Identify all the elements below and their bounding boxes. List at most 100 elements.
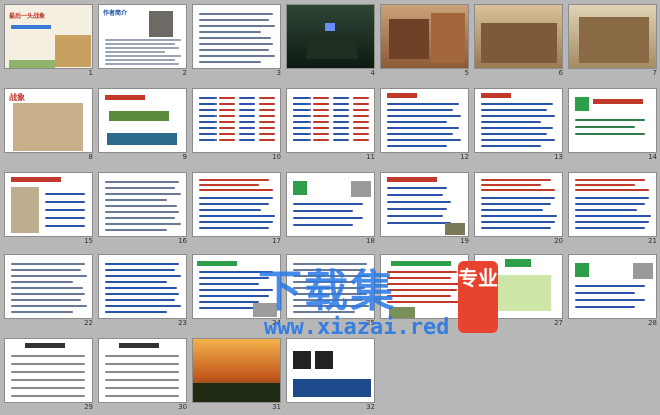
slide-preview[interactable] (286, 254, 375, 319)
text-line (105, 211, 179, 213)
slide-preview[interactable]: 最后一头战象 (4, 4, 93, 69)
list-cell (239, 115, 255, 117)
slide-thumbnail[interactable]: 27 (472, 252, 566, 331)
slide-thumbnail[interactable]: 19 (378, 170, 472, 249)
slide-preview[interactable] (380, 4, 469, 69)
list-cell (313, 97, 329, 99)
text-line (575, 179, 645, 181)
qr-code (315, 351, 333, 369)
text-line (11, 363, 85, 365)
text-line (481, 221, 555, 223)
slide-thumbnail[interactable]: 7 (566, 2, 660, 81)
slide-preview[interactable] (192, 172, 281, 237)
text-line (199, 61, 261, 63)
slide-thumbnail[interactable]: 作者简介 2 (96, 2, 190, 81)
slide-preview[interactable] (474, 88, 563, 153)
slide-preview[interactable] (568, 4, 657, 69)
list-cell (219, 121, 235, 123)
slide-thumbnail[interactable]: 4 (284, 2, 378, 81)
slide-preview[interactable] (192, 254, 281, 319)
war-elephant (389, 19, 429, 59)
slide-preview[interactable]: 作者简介 (98, 4, 187, 69)
list-cell (293, 139, 309, 141)
slide-preview[interactable] (192, 4, 281, 69)
slide-thumbnail[interactable]: 29 (2, 336, 96, 415)
slide-number: 18 (366, 237, 375, 245)
slide-thumbnail[interactable]: 31 (190, 336, 284, 415)
slide-number: 10 (272, 153, 281, 161)
slide-number: 11 (366, 153, 375, 161)
text-line (387, 283, 461, 285)
text-line (45, 193, 85, 195)
slide-thumbnail[interactable]: 11 (284, 86, 378, 165)
slide-preview[interactable] (380, 254, 469, 319)
slide-preview[interactable] (474, 254, 563, 319)
slide-thumbnail[interactable]: 10 (190, 86, 284, 165)
slide-preview[interactable] (568, 88, 657, 153)
slide-preview[interactable] (474, 4, 563, 69)
slide-thumbnail[interactable]: 18 (284, 170, 378, 249)
slide-preview[interactable] (4, 254, 93, 319)
list-cell (293, 103, 309, 105)
text-line (11, 379, 85, 381)
slide-preview[interactable] (98, 254, 187, 319)
slide-preview[interactable] (286, 172, 375, 237)
text-line (105, 387, 179, 389)
slide-preview[interactable] (568, 172, 657, 237)
heading-bar (481, 93, 511, 98)
slide-preview[interactable]: 战象 (4, 88, 93, 153)
text-line (293, 287, 365, 289)
slide-thumbnail[interactable]: 21 (566, 170, 660, 249)
text-line (293, 224, 353, 226)
slide-preview[interactable] (4, 172, 93, 237)
slide-preview[interactable] (192, 338, 281, 403)
text-line (387, 139, 461, 141)
slide-preview[interactable] (98, 338, 187, 403)
slide-thumbnail[interactable]: 13 (472, 86, 566, 165)
slide-thumbnail[interactable]: 16 (96, 170, 190, 249)
text-line (387, 133, 453, 135)
slide-thumbnail[interactable]: 最后一头战象 1 (2, 2, 96, 81)
list-cell (313, 127, 329, 129)
slide-thumbnail[interactable]: 14 (566, 86, 660, 165)
slide-thumbnail[interactable]: 15 (2, 170, 96, 249)
slide-preview[interactable] (380, 172, 469, 237)
slide-thumbnail[interactable]: 战象 8 (2, 86, 96, 165)
text-line (387, 271, 457, 273)
slide-thumbnail[interactable]: 5 (378, 2, 472, 81)
inline-image (389, 307, 415, 318)
slide-preview[interactable] (98, 88, 187, 153)
slide-thumbnail[interactable]: 6 (472, 2, 566, 81)
slide-thumbnail[interactable]: 24 (190, 252, 284, 331)
slide-thumbnail[interactable]: 28 (566, 252, 660, 331)
list-cell (353, 133, 369, 135)
elephant-image (633, 263, 653, 279)
text-line (105, 55, 181, 57)
list-cell (259, 97, 275, 99)
slide-preview[interactable] (192, 88, 281, 153)
slide-preview[interactable] (286, 88, 375, 153)
list-cell (259, 139, 275, 141)
slide-preview[interactable] (286, 4, 375, 69)
slide-thumbnail[interactable]: 17 (190, 170, 284, 249)
slide-preview[interactable] (474, 172, 563, 237)
slide-preview[interactable] (4, 338, 93, 403)
elephant-image (55, 35, 91, 67)
text-line (293, 263, 367, 265)
slide-thumbnail[interactable]: 23 (96, 252, 190, 331)
slide-thumbnail[interactable]: 9 (96, 86, 190, 165)
slide-thumbnail[interactable]: 3 (190, 2, 284, 81)
slide-preview[interactable] (568, 254, 657, 319)
slide-thumbnail[interactable]: 20 (472, 170, 566, 249)
text-line (105, 287, 177, 289)
slide-thumbnail[interactable]: 25 (284, 252, 378, 331)
slide-thumbnail[interactable]: 30 (96, 336, 190, 415)
slide-thumbnail[interactable]: 22 (2, 252, 96, 331)
text-line (293, 275, 369, 277)
slide-preview[interactable] (98, 172, 187, 237)
slide-preview[interactable] (286, 338, 375, 403)
slide-thumbnail[interactable]: 26 (378, 252, 472, 331)
slide-preview[interactable] (380, 88, 469, 153)
slide-thumbnail[interactable]: 12 (378, 86, 472, 165)
slide-thumbnail[interactable]: 32 (284, 336, 378, 415)
